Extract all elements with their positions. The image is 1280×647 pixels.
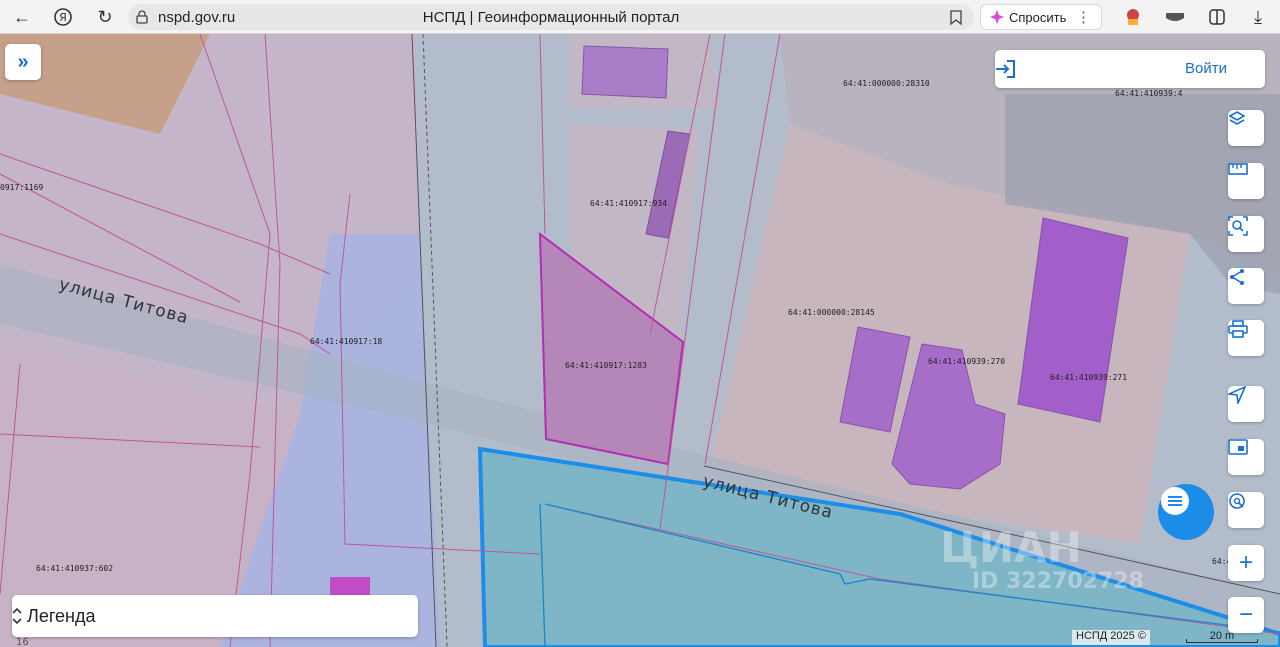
legend-panel[interactable]: Легенда <box>12 595 418 637</box>
download-icon[interactable]: ⤓ <box>1245 4 1271 30</box>
area-search-icon <box>1228 216 1248 236</box>
location-search-icon <box>1229 493 1245 509</box>
scale-bar <box>1186 639 1258 643</box>
login-arrow-icon <box>996 60 1015 78</box>
parcel-label: 64:41:410937:602 <box>36 564 113 573</box>
login-label: Войти <box>1185 60 1227 77</box>
extension-icon-2[interactable] <box>1162 4 1188 30</box>
parcel-label: 64:41:000000:28310 <box>843 79 930 88</box>
print-button[interactable] <box>1228 320 1264 356</box>
chat-bubble-icon <box>1161 487 1189 515</box>
bookmark-icon[interactable] <box>950 10 962 25</box>
ask-label: Спросить <box>1009 9 1067 25</box>
parcel-label: 0917:1169 <box>0 183 44 192</box>
address-bar[interactable]: nspd.gov.ru НСПД | Геоинформационный пор… <box>128 4 974 30</box>
locate-button[interactable] <box>1228 386 1264 422</box>
expand-collapse-icon <box>12 607 22 625</box>
parcel-label: 64:41:410917:934 <box>590 199 667 208</box>
reload-icon[interactable]: ↻ <box>92 4 118 30</box>
chat-button[interactable] <box>1158 484 1214 540</box>
parcel-label: 64:41:410917:1283 <box>565 361 647 370</box>
minimap-button[interactable] <box>1228 439 1264 475</box>
printer-icon <box>1228 320 1248 338</box>
minimap-icon <box>1228 439 1248 455</box>
minus-icon: − <box>1238 601 1253 628</box>
double-chevron-right-icon: » <box>17 50 29 73</box>
login-button[interactable]: Войти <box>995 50 1265 88</box>
kebab-menu-icon[interactable]: ⋮ <box>1076 8 1091 26</box>
extension-icon-1[interactable] <box>1120 4 1146 30</box>
building-top <box>581 45 669 99</box>
navigation-arrow-icon <box>1228 386 1246 404</box>
watermark-id: ID 322702728 <box>972 569 1144 594</box>
coordinate-search-button[interactable] <box>1228 492 1264 528</box>
expand-panel-button[interactable]: » <box>5 44 41 80</box>
parcel-label: 64:41:410939:4 <box>1115 89 1183 98</box>
tile-number: 16 <box>16 637 29 647</box>
copyright-text: НСПД 2025 © <box>1072 630 1150 645</box>
zoom-out-button[interactable]: − <box>1228 597 1264 633</box>
zoom-in-button[interactable]: + <box>1228 545 1264 581</box>
map-layer[interactable]: улица Титова улица Титова 0917:1169 64:4… <box>0 34 1280 647</box>
browser-toolbar: ← Я ↻ nspd.gov.ru НСПД | Геоинформационн… <box>0 0 1280 34</box>
legend-label: Легенда <box>27 606 96 626</box>
plus-icon: + <box>1238 549 1253 576</box>
area-select-button[interactable] <box>1228 216 1264 252</box>
map-scale: 20 m <box>1186 630 1258 645</box>
parcel-label: 64:41:410917:18 <box>310 337 382 346</box>
parcel-label: 64:41:000000:28145 <box>788 308 875 317</box>
back-arrow-icon[interactable]: ← <box>9 4 35 30</box>
watermark-brand: ЦИАН <box>940 523 1082 572</box>
alice-sparkle-icon <box>990 10 1004 24</box>
layers-icon <box>1228 111 1246 125</box>
svg-text:Я: Я <box>59 11 67 24</box>
layers-button[interactable] <box>1228 110 1264 146</box>
yandex-logo-icon[interactable]: Я <box>50 4 76 30</box>
parcel-label: 64:41:410939:270 <box>928 357 1005 366</box>
parcel-label: 64:41:410939:271 <box>1050 373 1127 382</box>
map-canvas[interactable]: улица Титова улица Титова 0917:1169 64:4… <box>0 34 1280 647</box>
share-icon <box>1230 269 1244 285</box>
ruler-icon <box>1228 163 1248 175</box>
page-title: НСПД | Геоинформационный портал <box>422 9 680 26</box>
ask-alice-button[interactable]: Спросить ⋮ <box>980 4 1102 30</box>
share-button[interactable] <box>1228 268 1264 304</box>
ruler-button[interactable] <box>1228 163 1264 199</box>
downloads-panel-icon[interactable] <box>1204 4 1230 30</box>
